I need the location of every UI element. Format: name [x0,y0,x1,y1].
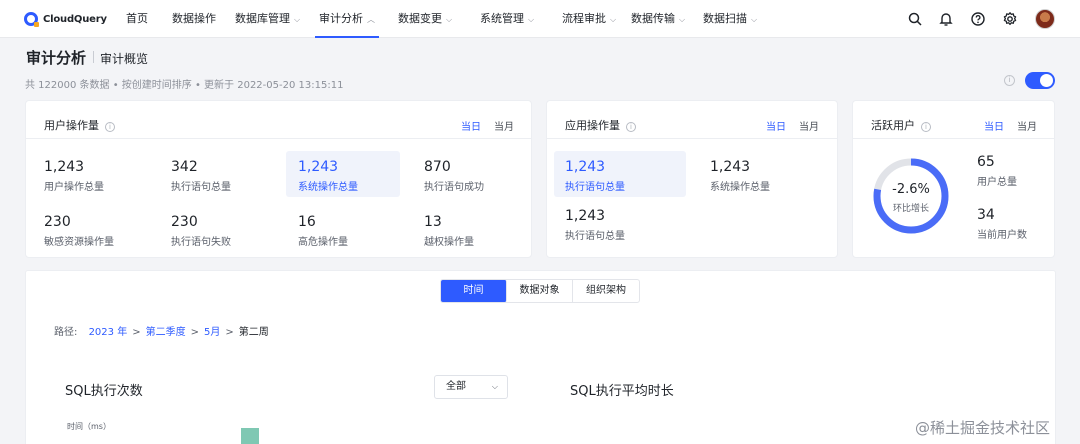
nav-item-flow-approval[interactable]: 流程审批 ⌵ [562,0,616,38]
logo[interactable]: CloudQuery [24,10,107,28]
title-divider [93,51,94,63]
card-header: 应用操作量 i 当日 当月 [547,101,837,139]
chart-bar [241,428,259,444]
tab-data-object[interactable]: 数据对象 [507,280,573,302]
stat-exec-success: 870 执行语句成功 [424,159,484,193]
breadcrumb-separator: > [132,327,141,338]
chevron-down-icon: ⌵ [491,382,498,391]
data-meta: 共 122000 条数据 • 按创建时间排序 • 更新于 2022-05-20 … [25,80,344,91]
tab-time[interactable]: 时间 [441,280,507,302]
card-header: 活跃用户 i 当日 当月 [853,101,1054,139]
avatar[interactable] [1035,9,1055,29]
help-icon[interactable] [970,11,986,27]
breadcrumb-current: 第二周 [238,327,269,338]
stat-user-ops-total: 1,243 用户操作总量 [44,159,104,193]
nav-item-db-management[interactable]: 数据库管理 ⌵ [235,0,300,38]
auto-refresh-toggle[interactable] [1025,72,1055,89]
info-icon[interactable]: i [921,122,931,132]
stat-unauthorized-ops: 13 越权操作量 [424,214,474,248]
seg-month[interactable]: 当月 [1017,118,1037,133]
breadcrumb-month[interactable]: 5月 [204,327,220,338]
analysis-panel: 时间 数据对象 组织架构 路径: 2023 年 > 第二季度 >5月 > 第二周 SQL执… [25,270,1056,444]
bell-icon[interactable] [938,11,954,27]
nav-item-data-scan[interactable]: 数据扫描 ⌵ [703,0,757,38]
active-users-card: 活跃用户 i 当日 当月 -2.6% 环比增长 65 用户总量 34 当前用户数 [852,100,1055,258]
seg-month[interactable]: 当月 [494,118,514,133]
breadcrumb-quarter[interactable]: 第二季度 [146,327,186,338]
seg-day[interactable]: 当日 [461,118,481,133]
dimension-tabs: 时间 数据对象 组织架构 [440,279,640,303]
nav-item-audit-analysis[interactable]: 审计分析 ︿ [315,0,379,38]
nav-item-data-change[interactable]: 数据变更 ⌵ [398,0,452,38]
stat-exec-failed: 230 执行语句失败 [171,214,231,248]
info-icon[interactable]: i [1004,75,1015,86]
stat-sensitive-ops: 230 敏感资源操作量 [44,214,114,248]
chevron-down-icon: ⌵ [610,15,617,24]
search-icon[interactable] [907,11,923,27]
info-icon[interactable]: i [626,122,636,132]
page-title: 审计分析 [26,49,87,67]
breadcrumb: 路径: 2023 年 > 第二季度 >5月 > 第二周 [54,323,269,338]
nav-item-home[interactable]: 首页 [126,0,148,38]
watermark: @稀土掘金技术社区 [915,419,1051,437]
breadcrumb-separator: > [190,327,199,338]
app-ops-card: 应用操作量 i 当日 当月 1,243 执行语句总量 1,243 系统操作总量 1,2… [546,100,838,258]
y-axis-label: 时间（ms） [67,422,111,431]
seg-month[interactable]: 当月 [799,118,819,133]
stat-exec-total: 342 执行语句总量 [171,159,231,193]
seg-day[interactable]: 当日 [766,118,786,133]
sql-avg-duration-title: SQL执行平均时长 [570,384,674,399]
stat-app-system-ops: 1,243 系统操作总量 [710,159,770,193]
card-title: 活跃用户 i [871,117,931,133]
user-ops-card: 用户操作量 i 当日 当月 1,243 用户操作总量 342 执行语句总量 1,243… [25,100,532,258]
stat-high-risk-ops: 16 高危操作量 [298,214,348,248]
chevron-down-icon: ⌵ [528,15,535,24]
stat-current-users: 34 当前用户数 [977,207,1027,241]
stat-app-exec-total-2: 1,243 执行语句总量 [565,208,625,242]
chevron-down-icon: ⌵ [751,15,758,24]
page-subtitle: 审计概览 [100,52,149,66]
ring-label: 环比增长 [892,204,929,214]
chevron-down-icon: ⌵ [446,15,453,24]
stat-system-ops-total[interactable]: 1,243 系统操作总量 [286,151,400,197]
card-title: 用户操作量 i [44,117,115,133]
stat-user-total: 65 用户总量 [977,154,1017,188]
filter-select[interactable]: 全部 ⌵ [434,375,508,399]
brand-name: CloudQuery [43,13,107,25]
ring-value: -2.6% [892,182,930,197]
nav-item-data-transfer[interactable]: 数据传输 ⌵ [631,0,685,38]
card-header: 用户操作量 i 当日 当月 [26,101,531,139]
seg-day[interactable]: 当日 [984,118,1004,133]
growth-ring: -2.6% 环比增长 [871,156,951,236]
breadcrumb-prefix: 路径: [54,327,78,338]
chevron-up-icon: ︿ [367,15,375,24]
sql-count-title: SQL执行次数 [65,384,143,399]
breadcrumb-year[interactable]: 2023 年 [89,327,128,338]
chevron-down-icon: ⌵ [294,15,301,24]
chevron-down-icon: ⌵ [679,15,686,24]
stat-app-exec-total[interactable]: 1,243 执行语句总量 [554,151,686,197]
tab-org-structure[interactable]: 组织架构 [573,280,639,302]
nav-item-system-management[interactable]: 系统管理 ⌵ [480,0,534,38]
cloudquery-logo-icon [24,12,39,27]
breadcrumb-separator: > [225,327,234,338]
nav-item-data-ops[interactable]: 数据操作 [172,0,216,38]
info-icon[interactable]: i [105,122,115,132]
top-nav: CloudQuery 首页 数据操作 数据库管理 ⌵ 审计分析 ︿ 数据变更 ⌵ 系统… [0,0,1080,38]
card-title: 应用操作量 i [565,117,636,133]
settings-icon[interactable] [1002,11,1018,27]
